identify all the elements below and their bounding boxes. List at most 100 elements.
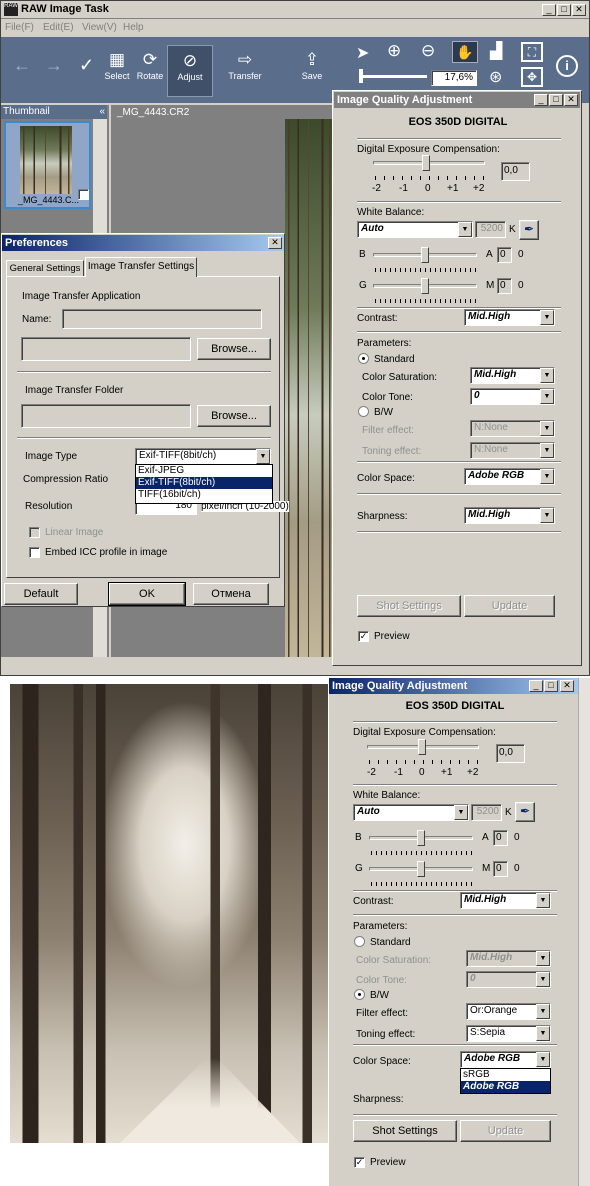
saturation-select[interactable]: Mid.High ▼: [470, 367, 555, 384]
eyedropper-icon[interactable]: ✒: [515, 802, 535, 822]
application-path-field[interactable]: [21, 337, 191, 361]
tab-image-transfer-settings[interactable]: Image Transfer Settings: [85, 257, 197, 277]
gm-value[interactable]: 0: [493, 861, 508, 877]
color-tone-select[interactable]: 0 ▼: [466, 971, 551, 988]
kelvin-value[interactable]: 5200: [471, 804, 502, 821]
chevron-down-icon[interactable]: ▼: [540, 469, 554, 484]
contrast-select[interactable]: Mid.High ▼: [460, 892, 551, 909]
preview-checkbox[interactable]: ✓: [358, 631, 369, 642]
default-button[interactable]: Default: [4, 583, 78, 605]
chevron-down-icon[interactable]: ▼: [540, 421, 554, 436]
full-screen-icon[interactable]: ✥: [521, 67, 543, 87]
color-space-select[interactable]: Adobe RGB ▼: [464, 468, 555, 485]
close-button[interactable]: ✕: [564, 94, 578, 106]
shot-settings-button[interactable]: Shot Settings: [353, 1120, 457, 1142]
menu-edit[interactable]: Edit(E): [43, 22, 74, 33]
zoom-out-icon[interactable]: ⊖: [421, 41, 435, 61]
eyedropper-icon[interactable]: ✒: [519, 220, 539, 240]
zoom-in-icon[interactable]: ⊕: [387, 41, 401, 61]
update-button[interactable]: Update: [460, 1120, 551, 1142]
color-space-select[interactable]: Adobe RGB ▼: [460, 1051, 551, 1068]
chevron-down-icon[interactable]: ▼: [540, 508, 554, 523]
zoom-slider[interactable]: [361, 75, 427, 78]
exposure-value[interactable]: 0,0: [496, 744, 525, 763]
maximize-button[interactable]: □: [544, 680, 558, 692]
dropdown-option-selected[interactable]: Adobe RGB: [461, 1081, 550, 1093]
ba-value[interactable]: 0: [493, 830, 508, 846]
toning-effect-select[interactable]: N:None ▼: [470, 442, 555, 459]
dropdown-option-selected[interactable]: Exif-TIFF(8bit/ch): [136, 477, 272, 489]
maximize-button[interactable]: □: [557, 4, 571, 16]
folder-path-field[interactable]: [21, 404, 191, 428]
chevron-down-icon[interactable]: ▼: [540, 310, 554, 325]
minimize-button[interactable]: _: [542, 4, 556, 16]
tab-general-settings[interactable]: General Settings: [6, 260, 84, 277]
dropdown-option[interactable]: sRGB: [461, 1069, 550, 1081]
thumbnail-card[interactable]: _MG_4443.C...: [4, 121, 91, 209]
window-scrollbar[interactable]: [578, 678, 590, 1186]
checkmark-icon[interactable]: ✓: [79, 55, 94, 76]
filter-effect-select[interactable]: Or:Orange ▼: [466, 1003, 551, 1020]
histogram-icon[interactable]: ▟: [490, 41, 502, 61]
white-balance-select[interactable]: Auto ▼: [353, 804, 469, 821]
exposure-slider-thumb[interactable]: [422, 155, 430, 171]
preview-checkbox[interactable]: ✓: [354, 1157, 365, 1168]
close-button[interactable]: ✕: [560, 680, 574, 692]
embed-icc-checkbox[interactable]: [29, 547, 40, 558]
preferences-close-button[interactable]: ✕: [268, 237, 282, 249]
standard-radio[interactable]: [358, 353, 369, 364]
select-button[interactable]: ▦ Select: [101, 49, 133, 81]
kelvin-value[interactable]: 5200: [475, 221, 506, 238]
image-tab[interactable]: _MG_4443.CR2: [117, 107, 189, 118]
exposure-slider-thumb[interactable]: [418, 739, 426, 755]
image-type-select[interactable]: Exif-TIFF(8bit/ch) ▼: [135, 448, 271, 465]
save-button[interactable]: ⇪ Save: [295, 49, 329, 81]
rotate-button[interactable]: ⟳ Rotate: [134, 49, 166, 81]
fit-icon[interactable]: ⛶: [521, 42, 543, 62]
hand-tool-icon[interactable]: ✋: [452, 41, 478, 63]
ba-value[interactable]: 0: [497, 247, 512, 263]
chevron-down-icon[interactable]: ▼: [256, 449, 270, 464]
info-icon[interactable]: i: [556, 55, 578, 77]
chevron-down-icon[interactable]: ▼: [536, 1026, 550, 1041]
collapse-icon[interactable]: «: [99, 105, 105, 119]
exposure-value[interactable]: 0,0: [501, 162, 530, 181]
name-input[interactable]: [62, 309, 262, 329]
ba-slider-thumb[interactable]: [421, 247, 429, 263]
white-balance-select[interactable]: Auto ▼: [357, 221, 473, 238]
thumbnail-checkbox[interactable]: [78, 189, 89, 200]
gm-slider-thumb[interactable]: [421, 278, 429, 294]
menu-help[interactable]: Help: [123, 22, 144, 33]
chevron-down-icon[interactable]: ▼: [536, 1004, 550, 1019]
maximize-button[interactable]: □: [549, 94, 563, 106]
close-button[interactable]: ✕: [572, 4, 586, 16]
menu-file[interactable]: File(F): [5, 22, 34, 33]
update-button[interactable]: Update: [464, 595, 555, 617]
pointer-icon[interactable]: ➤: [356, 43, 369, 63]
chevron-down-icon[interactable]: ▼: [536, 972, 550, 987]
transfer-button[interactable]: ⇨ Transfer: [225, 49, 265, 81]
back-arrow-icon[interactable]: ←: [13, 55, 31, 76]
chevron-down-icon[interactable]: ▼: [536, 893, 550, 908]
chevron-down-icon[interactable]: ▼: [536, 951, 550, 966]
loupe-icon[interactable]: ⊛: [489, 67, 502, 87]
browse-folder-button[interactable]: Browse...: [197, 405, 271, 427]
chevron-down-icon[interactable]: ▼: [458, 222, 472, 237]
minimize-button[interactable]: _: [529, 680, 543, 692]
forward-arrow-icon[interactable]: →: [45, 55, 63, 76]
chevron-down-icon[interactable]: ▼: [536, 1052, 550, 1067]
zoom-value[interactable]: 17,6%: [431, 70, 477, 86]
ok-button[interactable]: OK: [108, 582, 186, 606]
zoom-slider-thumb[interactable]: [359, 69, 363, 83]
dropdown-option[interactable]: Exif-JPEG: [136, 465, 272, 477]
contrast-select[interactable]: Mid.High ▼: [464, 309, 555, 326]
chevron-down-icon[interactable]: ▼: [454, 805, 468, 820]
bw-radio[interactable]: [354, 989, 365, 1000]
dropdown-option[interactable]: TIFF(16bit/ch): [136, 489, 272, 501]
sharpness-select[interactable]: Mid.High ▼: [464, 507, 555, 524]
bw-radio[interactable]: [358, 406, 369, 417]
color-tone-select[interactable]: 0 ▼: [470, 388, 555, 405]
standard-radio[interactable]: [354, 936, 365, 947]
menu-view[interactable]: View(V): [82, 22, 117, 33]
filter-effect-select[interactable]: N:None ▼: [470, 420, 555, 437]
